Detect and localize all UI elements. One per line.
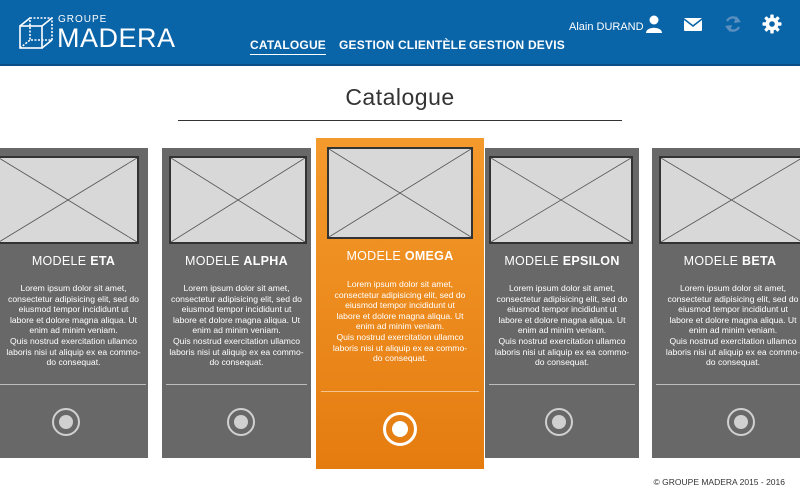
image-placeholder — [327, 147, 473, 239]
image-placeholder — [489, 156, 633, 244]
card-eta[interactable]: MODELE ETA Lorem ipsum dolor sit amet, co… — [0, 148, 148, 458]
card-select-radio[interactable] — [383, 412, 417, 446]
card-divider — [166, 384, 307, 385]
image-placeholder — [0, 156, 139, 244]
card-divider — [321, 391, 479, 392]
sync-icon[interactable] — [723, 14, 743, 34]
nav-catalogue[interactable]: CATALOGUE — [250, 38, 327, 55]
card-description: Lorem ipsum dolor sit amet, consectetur a… — [665, 283, 800, 368]
card-title: MODELE ALPHA — [185, 254, 288, 268]
user-name: Alain DURAND — [569, 21, 644, 33]
card-select-radio[interactable] — [545, 408, 573, 436]
card-divider — [656, 384, 800, 385]
footer-copyright: © GROUPE MADERA 2015 - 2016 — [653, 477, 785, 487]
card-select-radio[interactable] — [727, 408, 755, 436]
card-title: MODELE ETA — [31, 254, 116, 268]
card-description: Lorem ipsum dolor sit amet, consectetur a… — [169, 283, 304, 368]
card-title: MODELE OMEGA — [346, 249, 454, 263]
card-omega[interactable]: MODELE OMEGA Lorem ipsum dolor sit amet,… — [316, 138, 484, 469]
envelope-icon[interactable] — [683, 14, 703, 34]
card-description: Lorem ipsum dolor sit amet, consectetur a… — [332, 279, 468, 364]
nav-gestion-devis[interactable]: GESTION DEVIS — [469, 38, 565, 52]
card-alpha[interactable]: MODELE ALPHA Lorem ipsum dolor sit amet,… — [162, 148, 311, 458]
user-icon[interactable] — [644, 14, 664, 34]
logo-cube-icon — [19, 17, 53, 49]
card-description: Lorem ipsum dolor sit amet, consectetur a… — [6, 283, 141, 368]
page-title: Catalogue — [345, 84, 455, 110]
card-title: MODELE BETA — [683, 254, 777, 268]
logo-brand-text: MADERA — [57, 23, 176, 53]
card-description: Lorem ipsum dolor sit amet, consectetur a… — [494, 283, 630, 368]
top-bar: GROUPE MADERA CATALOGUE GESTION CLIENTÈL… — [0, 0, 800, 66]
card-title: MODELE EPSILON — [504, 254, 620, 268]
gear-icon[interactable] — [762, 14, 782, 34]
card-divider — [489, 384, 635, 385]
nav-gestion-clientele[interactable]: GESTION CLIENTÈLE — [339, 38, 466, 52]
image-placeholder — [169, 156, 307, 244]
card-select-radio[interactable] — [52, 408, 80, 436]
title-underline — [178, 120, 622, 121]
card-select-radio[interactable] — [227, 408, 255, 436]
card-beta[interactable]: MODELE BETA Lorem ipsum dolor sit amet, c… — [652, 148, 800, 458]
card-divider — [0, 384, 146, 385]
card-epsilon[interactable]: MODELE EPSILON Lorem ipsum dolor sit ame… — [485, 148, 639, 458]
image-placeholder — [659, 156, 800, 244]
